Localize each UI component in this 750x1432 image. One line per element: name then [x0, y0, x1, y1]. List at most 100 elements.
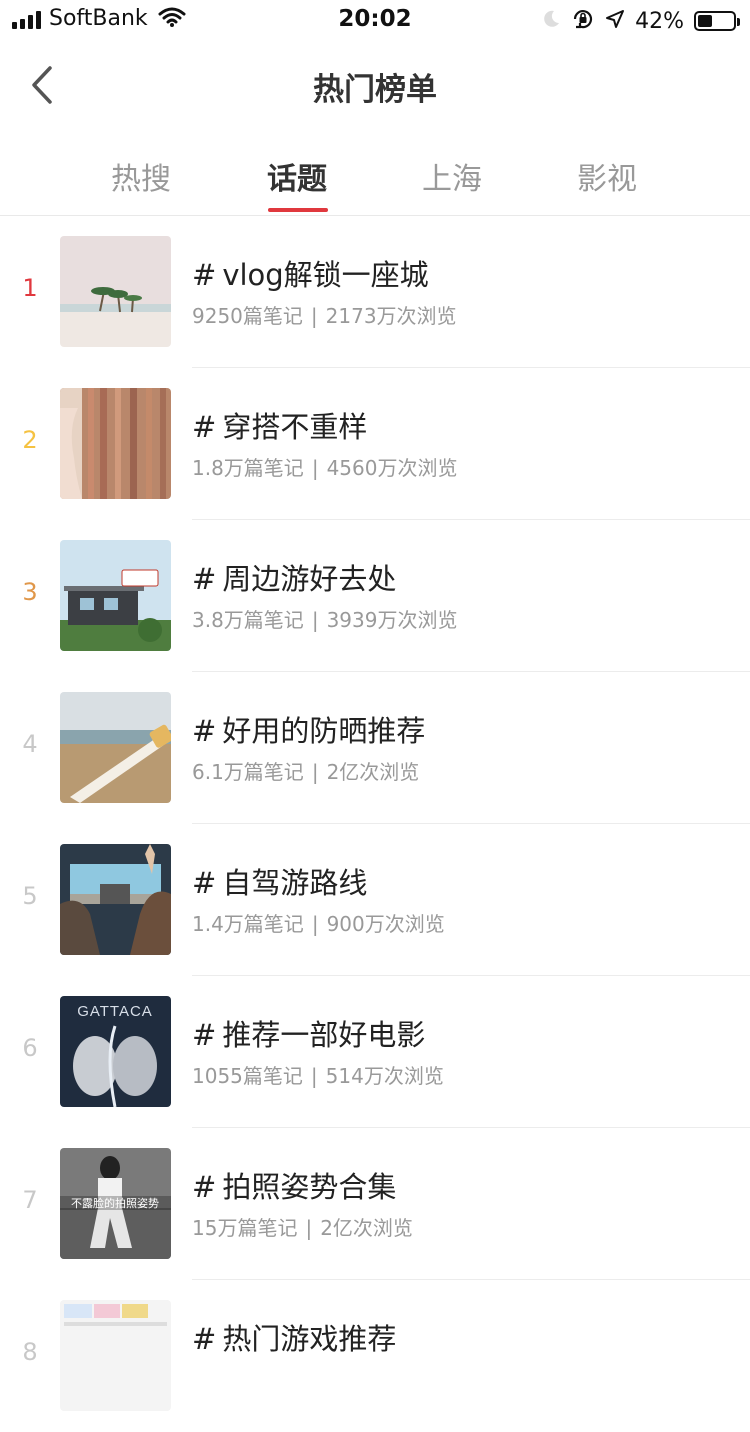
location-arrow-icon — [605, 9, 625, 33]
thumb-text: GATTACA — [77, 1003, 153, 1020]
notes-count: 15万篇笔记 — [192, 1216, 298, 1240]
rank-number: 4 — [22, 730, 38, 758]
topic-thumbnail — [60, 388, 171, 499]
notes-count: 1055篇笔记 — [192, 1064, 303, 1088]
rank-number: 2 — [22, 426, 38, 454]
moon-icon — [541, 9, 561, 33]
topic-thumbnail — [60, 692, 171, 803]
tab-label: 上海 — [422, 162, 482, 197]
topic-meta: 3.8万篇笔记 | 3939万次浏览 — [192, 604, 457, 633]
meta-separator: | — [310, 304, 318, 328]
topic-meta: 1055篇笔记 | 514万次浏览 — [192, 1060, 444, 1089]
rank-number: 5 — [22, 882, 38, 910]
tab-bar: 热搜 话题 上海 影视 — [0, 140, 750, 216]
hash-icon: # — [192, 714, 217, 748]
views-count: 4560万次浏览 — [326, 456, 458, 480]
topic-title-text: 自驾游路线 — [222, 866, 368, 900]
hash-icon: # — [192, 562, 217, 596]
views-count: 3939万次浏览 — [326, 608, 458, 632]
meta-separator: | — [311, 456, 319, 480]
tab-active-indicator — [268, 208, 328, 212]
topic-title-text: 推荐一部好电影 — [222, 1018, 426, 1052]
topic-title-text: 热门游戏推荐 — [222, 1322, 397, 1356]
meta-separator: | — [310, 1064, 318, 1088]
topic-row[interactable]: 5 # 自驾游路线 1.4万篇笔记 | 900万次浏览 — [0, 824, 750, 976]
topic-thumbnail — [60, 540, 171, 651]
views-count: 2173万次浏览 — [325, 304, 457, 328]
tab-hot-search[interactable]: 热搜 — [91, 154, 191, 198]
orientation-lock-icon — [571, 7, 595, 35]
topic-row[interactable]: 4 # 好用的防晒推荐 6.1万篇笔记 | 2亿次浏览 — [0, 672, 750, 824]
tab-label: 热搜 — [111, 162, 171, 197]
status-bar: SoftBank 20:02 42% — [0, 0, 750, 40]
topic-row[interactable]: 1 # vlog解锁一座城 9250篇笔记 | 2173万次浏览 — [0, 216, 750, 368]
topic-title: # 自驾游路线 — [192, 860, 367, 902]
views-count: 2亿次浏览 — [320, 1216, 413, 1240]
topic-row[interactable]: 6 GATTACA # 推荐一部好电影 1055篇笔记 | 514万次浏览 — [0, 976, 750, 1128]
nav-bar: 热门榜单 — [0, 40, 750, 130]
topic-thumbnail — [60, 1300, 171, 1411]
status-right: 42% — [541, 7, 740, 35]
tab-label: 话题 — [267, 162, 327, 197]
rank-number: 3 — [22, 578, 38, 606]
battery-percent: 42% — [635, 8, 684, 34]
topic-title: # 推荐一部好电影 — [192, 1012, 425, 1054]
rank-number: 7 — [22, 1186, 38, 1214]
notes-count: 6.1万篇笔记 — [192, 760, 304, 784]
topic-title-text: 好用的防晒推荐 — [222, 714, 426, 748]
topic-title: # 拍照姿势合集 — [192, 1164, 396, 1206]
topic-title: # vlog解锁一座城 — [192, 252, 429, 294]
hash-icon: # — [192, 866, 217, 900]
thumb-text: 不露脸的拍照姿势 — [71, 1196, 159, 1210]
rank-number: 8 — [22, 1338, 38, 1366]
topic-meta: 1.4万篇笔记 | 900万次浏览 — [192, 908, 445, 937]
topic-meta: 1.8万篇笔记 | 4560万次浏览 — [192, 452, 457, 481]
views-count: 2亿次浏览 — [326, 760, 420, 784]
hash-icon: # — [192, 1018, 217, 1052]
notes-count: 9250篇笔记 — [192, 304, 303, 328]
hash-icon: # — [192, 1170, 217, 1204]
topic-row[interactable]: 7 不露脸的拍照姿势 # 拍照姿势合集 15万篇笔记 | 2亿次浏览 — [0, 1128, 750, 1280]
topic-thumbnail: GATTACA — [60, 996, 171, 1107]
meta-separator: | — [311, 912, 319, 936]
notes-count: 1.4万篇笔记 — [192, 912, 304, 936]
battery-cap — [737, 18, 740, 26]
topic-meta: 6.1万篇笔记 | 2亿次浏览 — [192, 756, 419, 785]
topic-meta: 9250篇笔记 | 2173万次浏览 — [192, 300, 457, 329]
topic-title-text: 穿搭不重样 — [222, 410, 368, 444]
notes-count: 3.8万篇笔记 — [192, 608, 304, 632]
topic-meta: 15万篇笔记 | 2亿次浏览 — [192, 1212, 413, 1241]
topic-row[interactable]: 3 # 周边游好去处 3.8万篇笔记 | 3939万次浏览 — [0, 520, 750, 672]
meta-separator: | — [311, 760, 319, 784]
topic-row[interactable]: 8 # 热门游戏推荐 — [0, 1280, 750, 1432]
topic-meta — [192, 1364, 208, 1388]
hash-icon: # — [192, 258, 217, 292]
topic-title-text: 拍照姿势合集 — [222, 1170, 397, 1204]
topic-title: # 穿搭不重样 — [192, 404, 367, 446]
battery-icon — [694, 11, 740, 31]
topic-thumbnail — [60, 844, 171, 955]
topic-row[interactable]: 2 # 穿搭不重样 1.8万篇笔记 | 4560万次浏览 — [0, 368, 750, 520]
hash-icon: # — [192, 1322, 217, 1356]
battery-fill — [698, 15, 713, 27]
hash-icon: # — [192, 410, 217, 444]
tab-film-tv[interactable]: 影视 — [557, 154, 657, 198]
topic-title-text: 周边游好去处 — [222, 562, 397, 596]
topic-title: # 周边游好去处 — [192, 556, 396, 598]
rank-number: 6 — [22, 1034, 38, 1062]
topic-title-text: vlog解锁一座城 — [222, 258, 429, 292]
topic-title: # 热门游戏推荐 — [192, 1316, 396, 1358]
meta-separator: | — [311, 608, 319, 632]
tab-topics[interactable]: 话题 — [247, 154, 347, 212]
topic-title: # 好用的防晒推荐 — [192, 708, 425, 750]
meta-separator: | — [305, 1216, 313, 1240]
page-title: 热门榜单 — [313, 72, 437, 108]
topic-thumbnail — [60, 236, 171, 347]
views-count: 514万次浏览 — [325, 1064, 444, 1088]
notes-count: 1.8万篇笔记 — [192, 456, 304, 480]
topic-thumbnail: 不露脸的拍照姿势 — [60, 1148, 171, 1259]
views-count: 900万次浏览 — [326, 912, 445, 936]
tab-shanghai[interactable]: 上海 — [402, 154, 502, 198]
rank-number: 1 — [22, 274, 38, 302]
topic-list: 1 # vlog解锁一座城 9250篇笔记 | 2173万次浏览 2 # 穿搭不… — [0, 216, 750, 1432]
